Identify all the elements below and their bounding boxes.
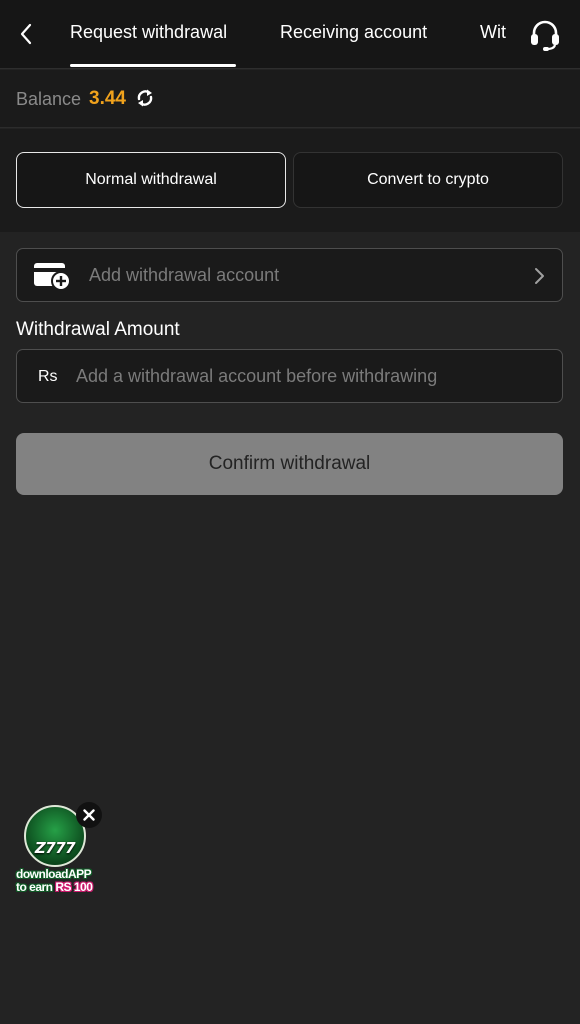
- wallet-add-icon: [34, 263, 71, 291]
- refresh-icon[interactable]: [135, 88, 155, 108]
- chevron-left-icon: [20, 23, 32, 45]
- tab-withdrawal-record[interactable]: Wit: [480, 22, 506, 43]
- withdrawal-amount-label: Withdrawal Amount: [16, 319, 180, 340]
- promo-brand: Z777: [34, 839, 76, 857]
- confirm-withdrawal-button[interactable]: Confirm withdrawal: [16, 433, 563, 495]
- tab-receiving-account[interactable]: Receiving account: [280, 22, 427, 43]
- normal-withdrawal-button[interactable]: Normal withdrawal: [16, 152, 286, 208]
- chevron-right-icon: [535, 268, 544, 284]
- top-navigation-bar: Request withdrawal Receiving account Wit: [0, 0, 580, 69]
- withdrawal-amount-input[interactable]: Rs Add a withdrawal account before withd…: [16, 349, 563, 403]
- promo-earn-prefix: to earn: [16, 880, 53, 894]
- back-button[interactable]: [10, 18, 42, 50]
- withdrawal-mode-selector: Normal withdrawal Convert to crypto: [0, 129, 580, 232]
- add-withdrawal-account-field[interactable]: Add withdrawal account: [16, 248, 563, 302]
- account-placeholder: Add withdrawal account: [89, 265, 280, 285]
- promo-close-button[interactable]: [76, 802, 102, 828]
- tab-request-withdrawal[interactable]: Request withdrawal: [70, 22, 227, 43]
- active-tab-indicator: [70, 64, 236, 67]
- balance-value: 3.44: [89, 88, 126, 109]
- amount-placeholder: Add a withdrawal account before withdraw…: [76, 366, 438, 386]
- convert-to-crypto-button[interactable]: Convert to crypto: [293, 152, 563, 208]
- download-app-promo[interactable]: Z777 downloadAPP to earn RS 100: [12, 800, 104, 895]
- promo-download-text: downloadAPP: [16, 867, 92, 881]
- customer-support-button[interactable]: [520, 12, 570, 58]
- promo-earn-amount: RS 100: [55, 880, 93, 894]
- currency-symbol: Rs: [38, 368, 58, 385]
- promo-earn-text: to earn RS 100: [16, 880, 93, 894]
- headset-icon: [531, 20, 559, 51]
- balance-label: Balance: [16, 89, 82, 109]
- close-icon: [83, 809, 95, 821]
- balance-row: Balance 3.44: [0, 70, 580, 128]
